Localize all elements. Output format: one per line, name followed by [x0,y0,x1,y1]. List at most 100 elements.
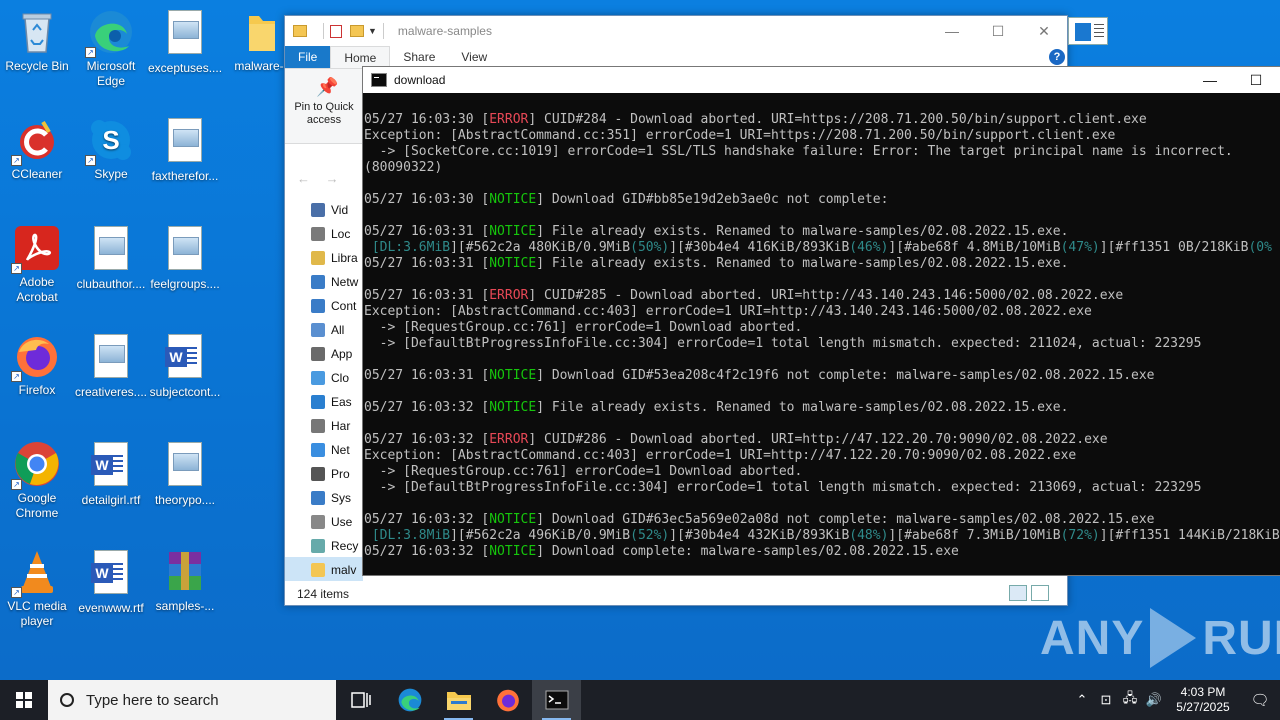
desktop-icon-clubauthor[interactable]: clubauthor.... [74,224,148,292]
navigation-arrows[interactable]: ← → [297,171,339,186]
close-button[interactable]: ✕ [1021,16,1067,46]
desktop-icon-label: subjectcont... [149,385,221,399]
tab-home[interactable]: Home [330,46,391,68]
console-text: Exception: [AbstractCommand.cc:403] erro… [364,448,1077,463]
nav-item[interactable]: Recy [311,534,363,558]
desktop-icon-samples-archive[interactable]: samples-... [148,548,222,614]
explorer-title-bar[interactable]: ▼ malware-samples — ☐ ✕ [285,16,1067,46]
large-icons-view-button[interactable] [1031,585,1049,601]
desktop-icon-subjectcont[interactable]: subjectcont... [148,332,222,400]
desktop-icon-ccleaner[interactable]: ↗ CCleaner [0,116,74,182]
nav-item[interactable]: Net [311,438,363,462]
desktop-icon-label: faxtherefor... [151,169,219,183]
taskbar-firefox[interactable] [483,680,532,720]
cmd-icon [371,73,387,87]
nav-item[interactable]: Eas [311,390,363,414]
console-line: 05/27 16:03:30 [NOTICE] Download GID#bb8… [364,192,1280,208]
tab-view[interactable]: View [448,46,500,68]
minimize-button[interactable]: — [929,16,975,46]
desktop-icon-creativeres[interactable]: creativeres.... [74,332,148,400]
device-icon[interactable]: ⊡ [1094,692,1118,708]
console-text: ERROR [489,112,529,127]
tab-file[interactable]: File [285,46,331,68]
desktop-icon-label: Google Chrome [15,491,59,520]
desktop-icon-firefox[interactable]: ↗ Firefox [0,332,74,398]
nav-item[interactable]: Use [311,510,363,534]
maximize-button[interactable]: ☐ [1233,67,1279,93]
desktop-icon-feelgroups[interactable]: feelgroups.... [148,224,222,292]
console-line: 05/27 16:03:32 [NOTICE] File already exi… [364,400,1280,416]
desktop-icon-label: detailgirl.rtf [81,493,141,507]
firefox-icon [496,689,519,712]
chevron-down-icon[interactable]: ▼ [368,26,377,36]
desktop-icon-adobe-acrobat[interactable]: ↗ Adobe Acrobat [0,224,74,305]
watermark-right: RUN [1202,611,1280,665]
desktop-icon-microsoft-edge[interactable]: ↗ Microsoft Edge [74,8,148,89]
taskbar-cmd[interactable] [532,680,581,720]
desktop-icon-faxtherefor[interactable]: faxtherefor... [148,116,222,184]
console-text: Exception: [AbstractCommand.cc:403] erro… [364,304,1092,319]
nav-item-label: Sys [331,491,352,505]
show-hidden-icons-button[interactable]: ⌃ [1070,692,1094,708]
properties-icon[interactable] [330,24,342,38]
desktop-icon-vlc[interactable]: ↗ VLC media player [0,548,74,629]
maximize-button[interactable]: ☐ [975,16,1021,46]
nav-item[interactable]: Vid [311,198,363,222]
nav-item-label: Vid [331,203,349,217]
console-text: ] File already exists. Renamed to malwar… [536,400,1069,415]
console-text: NOTICE [489,400,537,415]
task-view-button[interactable] [336,680,385,720]
nav-item-label: Libra [331,251,358,265]
notification-icon[interactable]: 🗨 [1240,691,1280,709]
network-icon[interactable]: 🖧 [1118,689,1142,711]
nav-item-icon [311,491,325,505]
volume-icon[interactable]: 🔊 [1142,692,1166,708]
taskbar-edge[interactable] [385,680,434,720]
new-folder-icon[interactable] [350,25,364,37]
windows-logo-icon [16,692,32,708]
nav-item[interactable]: Har [311,414,363,438]
nav-item[interactable]: Libra [311,246,363,270]
nav-item[interactable]: Sys [311,486,363,510]
details-view-button[interactable] [1009,585,1027,601]
desktop-icon-evenwww[interactable]: evenwww.rtf [74,548,148,616]
nav-item[interactable]: App [311,342,363,366]
console-line: Exception: [AbstractCommand.cc:403] erro… [364,448,1280,464]
tab-share[interactable]: Share [390,46,448,68]
nav-item[interactable]: malv [311,558,363,582]
nav-item-icon [311,251,325,265]
nav-item[interactable]: Cont [311,294,363,318]
file-explorer-icon [446,692,471,710]
console-output: 05/27 16:03:30 [ERROR] CUID#284 - Downlo… [363,93,1280,577]
nav-item[interactable]: Loc [311,222,363,246]
console-line: 05/27 16:03:32 [ERROR] CUID#286 - Downlo… [364,432,1280,448]
console-title-bar[interactable]: download — ☐ [363,67,1280,93]
taskbar-file-explorer[interactable] [434,680,483,720]
help-icon[interactable]: ? [1049,49,1065,65]
console-text: -> [SocketCore.cc:1019] errorCode=1 SSL/… [364,144,1233,159]
taskbar-search-box[interactable]: Type here to search [48,680,336,720]
desktop-icon-detailgirl[interactable]: detailgirl.rtf [74,440,148,508]
pin-to-quick-access-button[interactable]: 📌 Pin to Quick access [285,68,363,144]
console-text: NOTICE [489,256,537,271]
desktop-icon-theorypo[interactable]: theorypo.... [148,440,222,508]
desktop-icon-label: samples-... [155,599,215,613]
desktop-icon-exceptuses[interactable]: exceptuses.... [148,8,222,76]
minimize-button[interactable]: — [1187,67,1233,93]
background-window-thumbnail[interactable] [1068,17,1108,45]
console-text: ERROR [489,432,529,447]
clock[interactable]: 4:03 PM 5/27/2025 [1166,685,1240,715]
nav-item[interactable]: Pro [311,462,363,486]
desktop-icon-google-chrome[interactable]: ↗ Google Chrome [0,440,74,521]
start-button[interactable] [0,680,48,720]
console-line: Exception: [AbstractCommand.cc:403] erro… [364,304,1280,320]
nav-item[interactable]: Clo [311,366,363,390]
nav-item[interactable]: Netw [311,270,363,294]
desktop-icon-recycle-bin[interactable]: Recycle Bin [0,8,74,74]
desktop-icon-skype[interactable]: S ↗ Skype [74,116,148,182]
console-text: 05/27 16:03:32 [ [364,512,490,527]
desktop-icon-label: clubauthor.... [76,277,146,291]
console-window[interactable]: download — ☐ 05/27 16:03:30 [ERROR] CUID… [362,66,1280,576]
nav-item[interactable]: All [311,318,363,342]
